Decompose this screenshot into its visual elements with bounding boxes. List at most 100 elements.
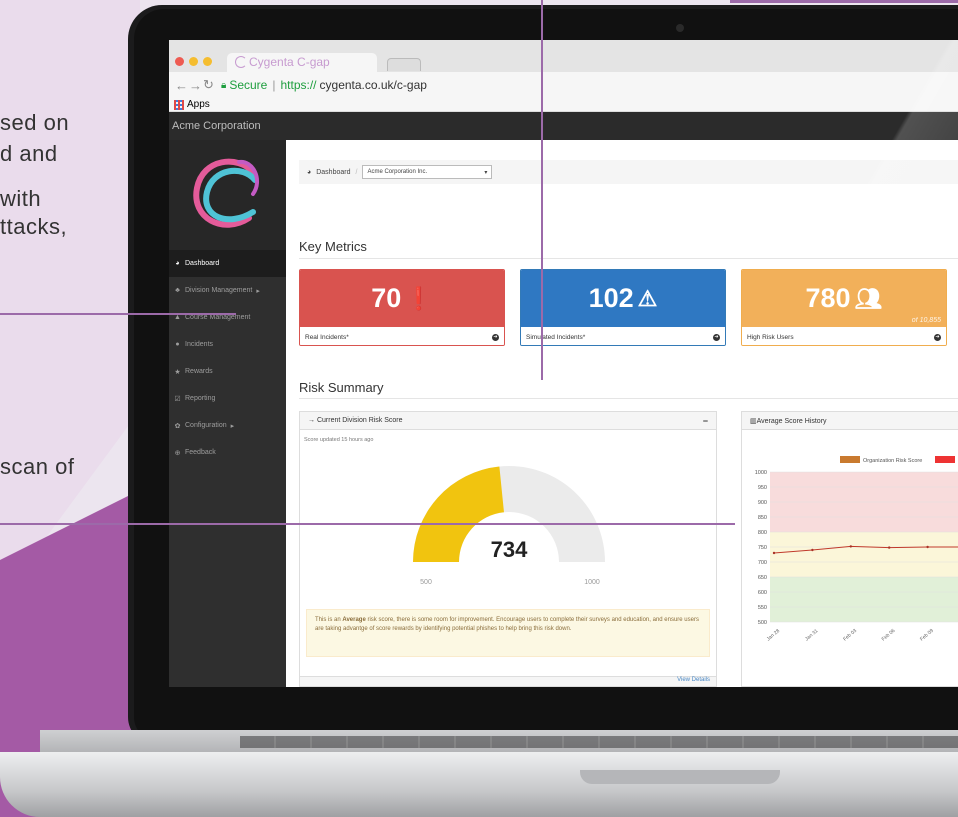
laptop-base bbox=[0, 730, 958, 817]
side-text-line-1: sed on bbox=[0, 110, 70, 135]
y-tick-label: 850 bbox=[758, 515, 767, 521]
view-details-link[interactable]: View Details bbox=[677, 677, 710, 683]
metric-card-high-risk-users[interactable]: 780 👥︎ of 10,855 High Risk Users ➜ bbox=[741, 269, 947, 346]
arrow-right-icon: → bbox=[308, 417, 315, 424]
trackpad-notch bbox=[580, 770, 780, 784]
y-tick-label: 600 bbox=[758, 590, 767, 596]
sidebar-item-rewards[interactable]: ★ Rewards bbox=[169, 358, 286, 385]
notice-text-post: risk score, there is some room for impro… bbox=[315, 617, 699, 632]
metric-card-header: 102 ⚠ bbox=[521, 270, 725, 327]
metric-card-header: 70 ❗ bbox=[300, 270, 504, 327]
x-tick-label: Feb 06 bbox=[881, 628, 897, 643]
division-select[interactable]: Acme Corporation Inc. ▾ bbox=[362, 165, 493, 179]
chevron-right-icon: ▸ bbox=[230, 422, 235, 430]
bookmark-apps[interactable]: Apps bbox=[187, 99, 210, 110]
metric-subtext: of 10,855 bbox=[911, 317, 941, 324]
maximize-window-button[interactable] bbox=[203, 57, 212, 66]
y-tick-label: 800 bbox=[758, 530, 767, 536]
users-icon: 👥︎ bbox=[854, 285, 883, 311]
data-point bbox=[888, 546, 891, 549]
panel-title: Average Score History bbox=[756, 417, 827, 425]
chevron-right-icon: ▸ bbox=[256, 287, 260, 295]
y-tick-label: 700 bbox=[758, 560, 767, 566]
x-tick-label: Feb 09 bbox=[919, 628, 935, 643]
data-point bbox=[926, 545, 929, 549]
metric-label: Real Incidents* bbox=[305, 333, 349, 341]
side-text-line-2: d and bbox=[0, 141, 58, 166]
apps-grid-icon bbox=[174, 99, 184, 110]
score-history-chart: 1000 950 900 850 800 750 700 650 600 550 500 Organi… bbox=[755, 456, 958, 643]
arrow-circle-right-icon[interactable]: ➜ bbox=[713, 333, 720, 341]
url-host: cygenta.co.uk/c-gap bbox=[319, 78, 427, 92]
collapse-button[interactable]: − bbox=[703, 416, 708, 426]
sidebar-item-incidents[interactable]: ● Incidents bbox=[169, 331, 286, 358]
sidebar-item-configuration[interactable]: ✿ Configuration ▸ bbox=[169, 412, 286, 439]
dashboard-icon: ◕ bbox=[175, 260, 180, 267]
sitemap-icon: ♣ bbox=[175, 287, 180, 294]
sidebar-item-course-management[interactable]: ▲ Course Management bbox=[169, 304, 286, 331]
y-tick-label: 650 bbox=[758, 575, 767, 581]
graduation-cap-icon: ▲ bbox=[174, 314, 181, 321]
gauge-min: 500 bbox=[420, 579, 432, 586]
close-window-button[interactable] bbox=[175, 57, 184, 66]
risk-band bbox=[770, 532, 958, 577]
sidebar: ◕ Dashboard ♣ Division Management ▸ ▲ Co… bbox=[169, 140, 286, 687]
gauge-score: 734 bbox=[491, 537, 528, 562]
divider bbox=[299, 398, 958, 399]
minimize-window-button[interactable] bbox=[189, 57, 198, 66]
y-tick-label: 550 bbox=[758, 605, 767, 611]
panel-footer: View Details bbox=[300, 676, 716, 686]
tab-title: Cygenta C-gap bbox=[249, 55, 330, 69]
metric-value: 780 bbox=[805, 283, 851, 313]
browser-tab-bar: Cygenta C-gap bbox=[169, 40, 958, 72]
breadcrumb-home[interactable]: Dashboard bbox=[316, 169, 350, 176]
gear-icon: ✿ bbox=[174, 422, 181, 430]
bar-chart-icon: ▥ bbox=[750, 417, 757, 425]
callout-line bbox=[0, 523, 735, 525]
sidebar-item-division-management[interactable]: ♣ Division Management ▸ bbox=[169, 277, 286, 304]
side-text-line-5: scan of bbox=[0, 454, 75, 479]
back-arrow-icon[interactable]: ← bbox=[175, 78, 189, 93]
keyboard-keys bbox=[240, 736, 958, 748]
metric-card-header: 780 👥︎ of 10,855 bbox=[742, 270, 946, 327]
sidebar-item-label: Reporting bbox=[185, 395, 216, 402]
sidebar-item-feedback[interactable]: ⊕ Feedback bbox=[169, 439, 286, 466]
url-field[interactable]: 🔒︎ Secure | https:// cygenta.co.uk/c-gap bbox=[221, 78, 427, 92]
breadcrumb-separator: / bbox=[355, 168, 358, 176]
metric-card-footer: High Risk Users ➜ bbox=[742, 327, 946, 345]
divider bbox=[299, 258, 958, 259]
gauge-max: 1000 bbox=[584, 579, 600, 586]
cygenta-favicon-icon bbox=[235, 56, 247, 68]
callout-line bbox=[730, 0, 958, 3]
sidebar-item-dashboard[interactable]: ◕ Dashboard bbox=[169, 250, 286, 277]
legend-label: Organization Risk Score bbox=[863, 458, 922, 464]
laptop-screen: Cygenta C-gap ← → ↻ 🔒︎ Secure | https://… bbox=[169, 40, 958, 687]
metric-value: 102 bbox=[588, 283, 634, 313]
x-tick-label: Jan 31 bbox=[804, 628, 820, 642]
main-content: ◕ Dashboard / Acme Corporation Inc. ▾ Ke… bbox=[286, 140, 958, 687]
laptop-front-edge bbox=[0, 752, 958, 817]
metric-label: Simulated Incidents* bbox=[526, 333, 586, 341]
data-point bbox=[811, 548, 814, 552]
arrow-circle-right-icon[interactable]: ➜ bbox=[934, 333, 941, 341]
metric-card-simulated-incidents[interactable]: 102 ⚠ Simulated Incidents* ➜ bbox=[520, 269, 726, 346]
sidebar-item-reporting[interactable]: ☑ Reporting bbox=[169, 385, 286, 412]
panel-header: ▥Average Score History bbox=[742, 412, 958, 430]
forward-arrow-icon[interactable]: → bbox=[189, 78, 203, 93]
new-tab-button[interactable] bbox=[387, 58, 421, 71]
org-name: Acme Corporation bbox=[172, 120, 261, 132]
notice-text-pre: This is an bbox=[315, 617, 343, 623]
sidebar-item-label: Rewards bbox=[185, 368, 213, 375]
url-separator: | bbox=[272, 78, 276, 92]
risk-summary-title: Risk Summary bbox=[299, 380, 384, 395]
sidebar-item-label: Course Management bbox=[185, 314, 251, 321]
lifebuoy-icon: ⊕ bbox=[174, 449, 181, 457]
reload-icon[interactable]: ↻ bbox=[203, 77, 217, 93]
callout-line bbox=[0, 313, 236, 315]
metric-card-real-incidents[interactable]: 70 ❗ Real Incidents* ➜ bbox=[299, 269, 505, 346]
legend-swatch bbox=[935, 456, 955, 463]
x-tick-label: Feb 03 bbox=[842, 628, 858, 643]
browser-tab[interactable]: Cygenta C-gap bbox=[227, 53, 377, 72]
notice-text-bold: Average bbox=[342, 617, 366, 623]
arrow-circle-right-icon[interactable]: ➜ bbox=[492, 333, 499, 341]
